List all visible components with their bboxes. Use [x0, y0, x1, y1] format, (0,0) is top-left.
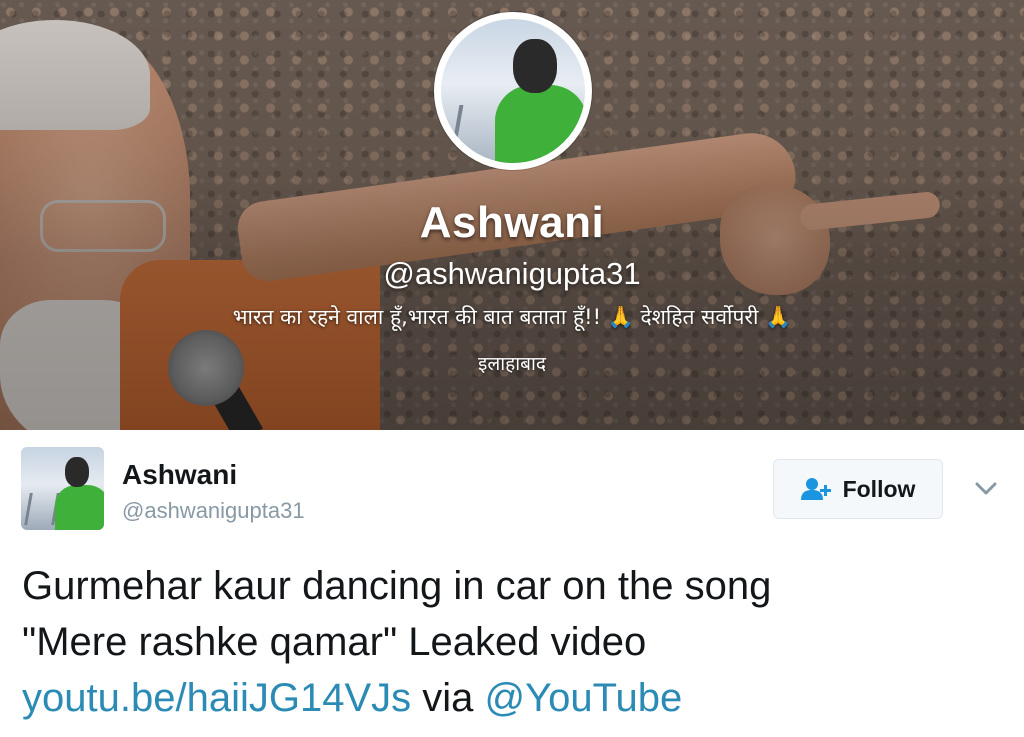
tweet-author-name[interactable]: Ashwani: [122, 459, 237, 491]
avatar-head: [513, 39, 557, 93]
profile-avatar[interactable]: [434, 12, 592, 170]
tweet-mention[interactable]: @YouTube: [484, 676, 682, 720]
profile-avatar-image: [441, 19, 585, 163]
avatar-body: [495, 85, 585, 163]
tweet-text: Gurmehar kaur dancing in car on the song…: [22, 558, 1012, 726]
profile-handle: @ashwanigupta31: [383, 256, 641, 291]
profile-banner: Ashwani @ashwanigupta31 भारत का रहने वाल…: [0, 0, 1024, 430]
tweet-via: via: [411, 676, 485, 720]
profile-bio: भारत का रहने वाला हूँ,भारत की बात बताता …: [232, 305, 792, 329]
tweet-text-line-3: youtu.be/haiiJG14VJs via @YouTube: [22, 670, 1012, 726]
tweet-link[interactable]: youtu.be/haiiJG14VJs: [22, 676, 411, 720]
follow-button[interactable]: Follow: [773, 459, 943, 519]
tweet-author-handle[interactable]: @ashwanigupta31: [122, 498, 305, 524]
add-user-icon: [800, 477, 833, 501]
tweet-text-line-1: Gurmehar kaur dancing in car on the song: [22, 564, 772, 608]
tweet-text-line-2: "Mere rashke qamar" Leaked video: [22, 620, 647, 664]
profile-location: इलाहाबाद: [477, 353, 546, 375]
tweet-avatar-body: [55, 485, 104, 530]
profile-name: Ashwani: [419, 198, 605, 247]
follow-label: Follow: [842, 475, 916, 502]
chevron-down-icon[interactable]: [972, 476, 1000, 500]
tweet-avatar[interactable]: [21, 447, 104, 530]
tweet-avatar-head: [65, 457, 89, 487]
